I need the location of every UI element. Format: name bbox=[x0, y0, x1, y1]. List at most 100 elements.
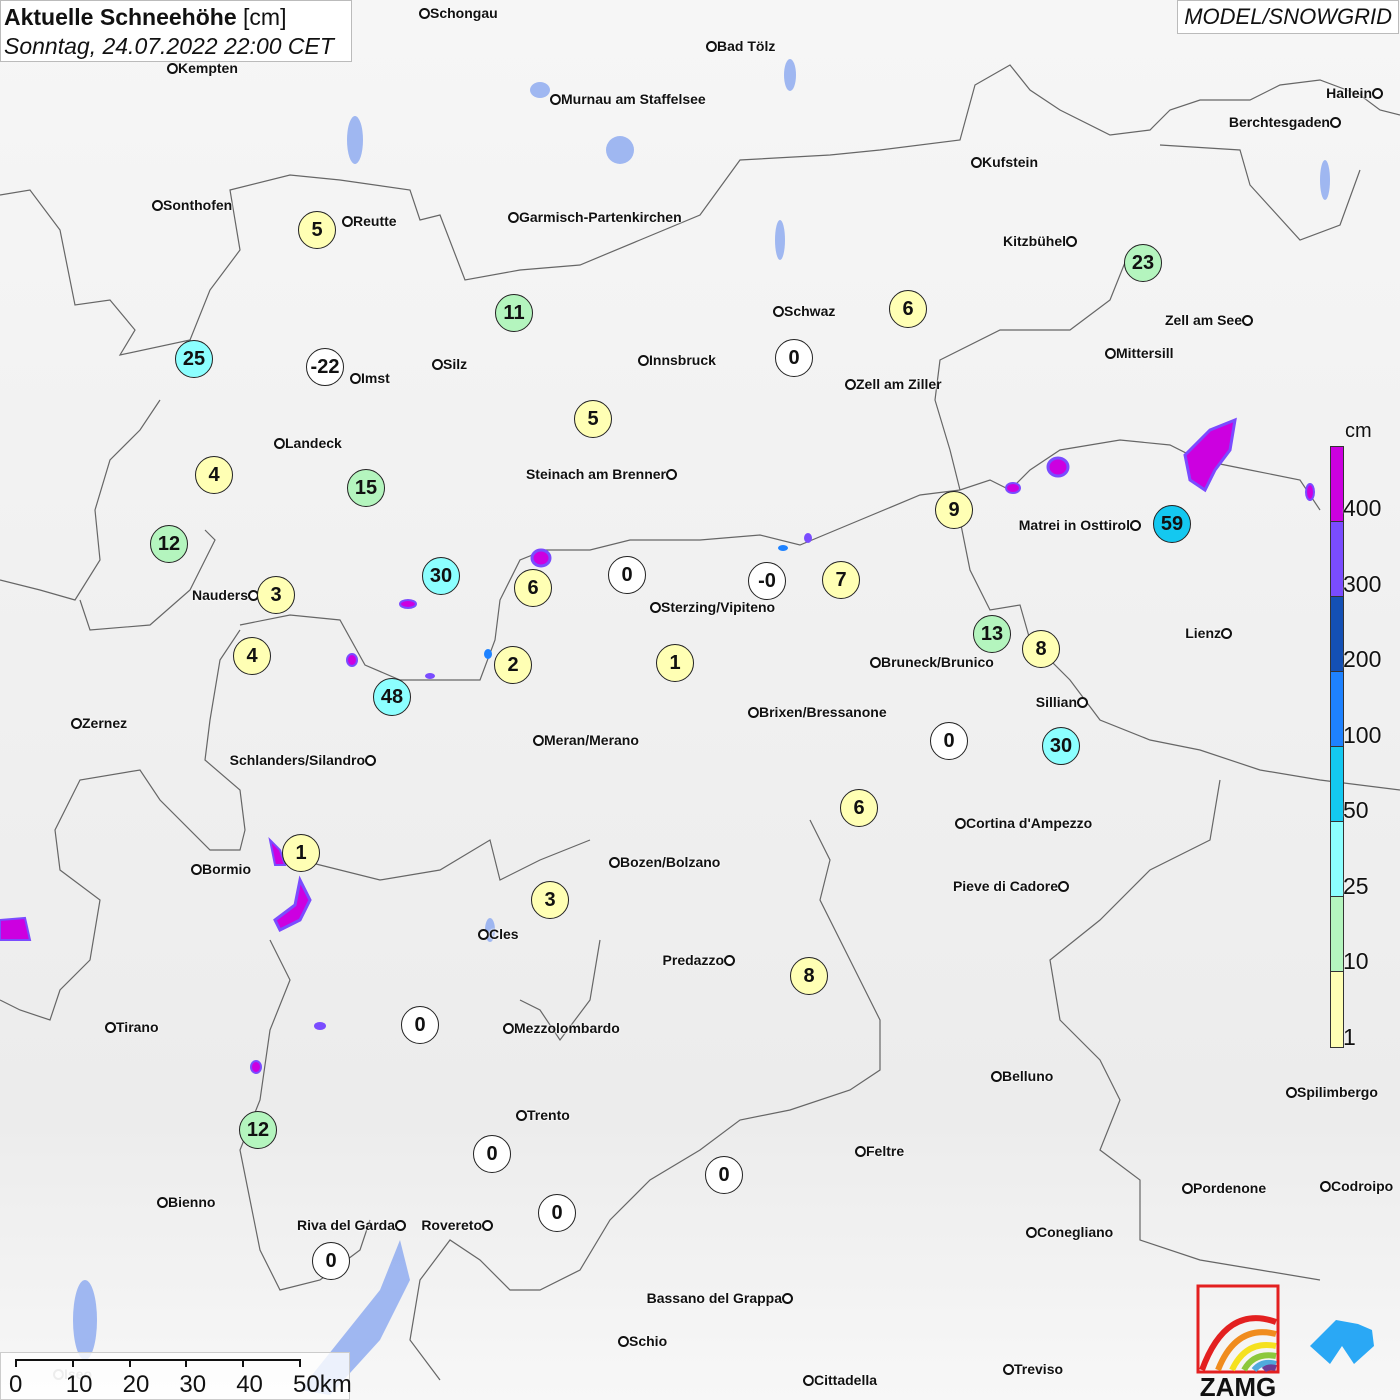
snow-depth-marker[interactable]: 6 bbox=[889, 290, 927, 328]
scale-label: 30 bbox=[179, 1371, 207, 1398]
city-name: Pieve di Cadore bbox=[952, 878, 1058, 894]
city-dot-icon bbox=[419, 8, 430, 19]
city-name: Meran/Merano bbox=[544, 732, 639, 748]
city-name: Mezzolombardo bbox=[514, 1020, 620, 1036]
snow-depth-marker[interactable]: 30 bbox=[422, 557, 460, 595]
scale-tick bbox=[185, 1359, 188, 1367]
snow-depth-marker[interactable]: 4 bbox=[195, 456, 233, 494]
snow-depth-marker[interactable]: -22 bbox=[306, 348, 344, 386]
city-label: Garmisch-Partenkirchen bbox=[508, 209, 682, 225]
city-name: Bormio bbox=[202, 861, 251, 877]
city-dot-icon bbox=[1058, 881, 1069, 892]
snow-depth-marker[interactable]: 12 bbox=[239, 1111, 277, 1149]
city-name: Conegliano bbox=[1037, 1224, 1114, 1240]
snow-depth-marker[interactable]: 5 bbox=[574, 400, 612, 438]
map-datetime: Sonntag, 24.07.2022 22:00 CET bbox=[4, 33, 334, 59]
snow-depth-marker[interactable]: 8 bbox=[790, 957, 828, 995]
city-label: Schio bbox=[618, 1333, 667, 1349]
legend-label: 1 bbox=[1343, 1023, 1356, 1050]
snow-depth-marker[interactable]: 0 bbox=[705, 1156, 743, 1194]
snow-depth-marker[interactable]: -0 bbox=[748, 562, 786, 600]
snow-depth-marker[interactable]: 48 bbox=[373, 678, 411, 716]
city-label: Bozen/Bolzano bbox=[609, 854, 720, 870]
snow-depth-marker[interactable]: 12 bbox=[150, 525, 188, 563]
city-name: Kitzbühel bbox=[1003, 233, 1066, 249]
city-label: Pordenone bbox=[1182, 1180, 1266, 1196]
snow-depth-marker[interactable]: 6 bbox=[840, 789, 878, 827]
city-dot-icon bbox=[748, 707, 759, 718]
city-name: Belluno bbox=[1002, 1068, 1054, 1084]
city-label: Mezzolombardo bbox=[503, 1020, 620, 1036]
city-label: Imst bbox=[350, 370, 390, 386]
city-dot-icon bbox=[971, 157, 982, 168]
city-label: Trento bbox=[516, 1107, 570, 1123]
city-label: Innsbruck bbox=[638, 352, 716, 368]
snow-depth-marker[interactable]: 0 bbox=[608, 556, 646, 594]
city-dot-icon bbox=[516, 1110, 527, 1121]
snow-depth-marker[interactable]: 1 bbox=[282, 834, 320, 872]
snow-depth-marker[interactable]: 0 bbox=[473, 1135, 511, 1173]
snow-depth-marker[interactable]: 5 bbox=[298, 211, 336, 249]
snow-depth-marker[interactable]: 0 bbox=[401, 1006, 439, 1044]
snow-depth-marker[interactable]: 7 bbox=[822, 561, 860, 599]
snow-depth-marker[interactable]: 4 bbox=[233, 637, 271, 675]
scale-line bbox=[15, 1359, 299, 1361]
snow-depth-marker[interactable]: 2 bbox=[494, 646, 532, 684]
legend-label: 100 bbox=[1343, 721, 1382, 748]
city-dot-icon bbox=[870, 657, 881, 668]
city-name: Sillian bbox=[1035, 694, 1077, 710]
snow-depth-marker[interactable]: 0 bbox=[775, 339, 813, 377]
snow-depth-marker[interactable]: 3 bbox=[257, 576, 295, 614]
city-label: Cittadella bbox=[803, 1372, 877, 1388]
city-dot-icon bbox=[991, 1071, 1002, 1082]
city-name: Sterzing/Vipiteno bbox=[661, 599, 776, 615]
city-dot-icon bbox=[274, 438, 285, 449]
snow-depth-marker[interactable]: 8 bbox=[1022, 630, 1060, 668]
snow-depth-marker[interactable]: 13 bbox=[973, 615, 1011, 653]
city-name: Cortina d'Ampezzo bbox=[966, 815, 1093, 831]
snow-depth-marker[interactable]: 25 bbox=[175, 340, 213, 378]
legend-swatch bbox=[1331, 672, 1343, 747]
scale-bar: 0 10 20 30 40 50km bbox=[0, 1352, 352, 1400]
snow-depth-marker[interactable]: 23 bbox=[1124, 244, 1162, 282]
snow-depth-marker[interactable]: 15 bbox=[347, 469, 385, 507]
city-name: Bad Tölz bbox=[717, 38, 776, 54]
city-dot-icon bbox=[550, 94, 561, 105]
snow-depth-marker[interactable]: 3 bbox=[531, 881, 569, 919]
snow-depth-marker[interactable]: 11 bbox=[495, 294, 533, 332]
snow-depth-marker[interactable]: 0 bbox=[930, 722, 968, 760]
city-name: Pordenone bbox=[1193, 1180, 1267, 1196]
city-name: Reutte bbox=[353, 213, 397, 229]
city-name: Treviso bbox=[1014, 1361, 1064, 1377]
snow-depth-marker[interactable]: 6 bbox=[514, 569, 552, 607]
snow-depth-marker[interactable]: 0 bbox=[312, 1242, 350, 1280]
city-name: Bassano del Grappa bbox=[646, 1290, 782, 1306]
snow-depth-marker[interactable]: 1 bbox=[656, 644, 694, 682]
city-dot-icon bbox=[1221, 628, 1232, 639]
legend-label: 300 bbox=[1343, 570, 1382, 597]
city-name: Kufstein bbox=[982, 154, 1038, 170]
city-name: Tirano bbox=[116, 1019, 159, 1035]
city-dot-icon bbox=[1026, 1227, 1037, 1238]
city-dot-icon bbox=[724, 955, 735, 966]
city-dot-icon bbox=[432, 359, 443, 370]
snow-depth-marker[interactable]: 0 bbox=[538, 1194, 576, 1232]
city-dot-icon bbox=[955, 818, 966, 829]
city-dot-icon bbox=[71, 718, 82, 729]
city-label: Reutte bbox=[342, 213, 397, 229]
city-label: Murnau am Staffelsee bbox=[550, 91, 706, 107]
scale-label: 20 bbox=[122, 1371, 150, 1398]
city-dot-icon bbox=[1242, 315, 1253, 326]
snow-depth-marker[interactable]: 9 bbox=[935, 491, 973, 529]
city-label: Cortina d'Ampezzo bbox=[955, 815, 1092, 831]
snow-depth-marker[interactable]: 59 bbox=[1153, 505, 1191, 543]
city-name: Nauders bbox=[191, 587, 248, 603]
city-dot-icon bbox=[503, 1023, 514, 1034]
city-dot-icon bbox=[482, 1220, 493, 1231]
city-name: Murnau am Staffelsee bbox=[561, 91, 706, 107]
city-name: Landeck bbox=[285, 435, 342, 451]
snow-depth-marker[interactable]: 30 bbox=[1042, 727, 1080, 765]
city-name: Berchtesgaden bbox=[1228, 114, 1330, 130]
snow-logo bbox=[1310, 1320, 1374, 1364]
city-label: Kufstein bbox=[971, 154, 1038, 170]
